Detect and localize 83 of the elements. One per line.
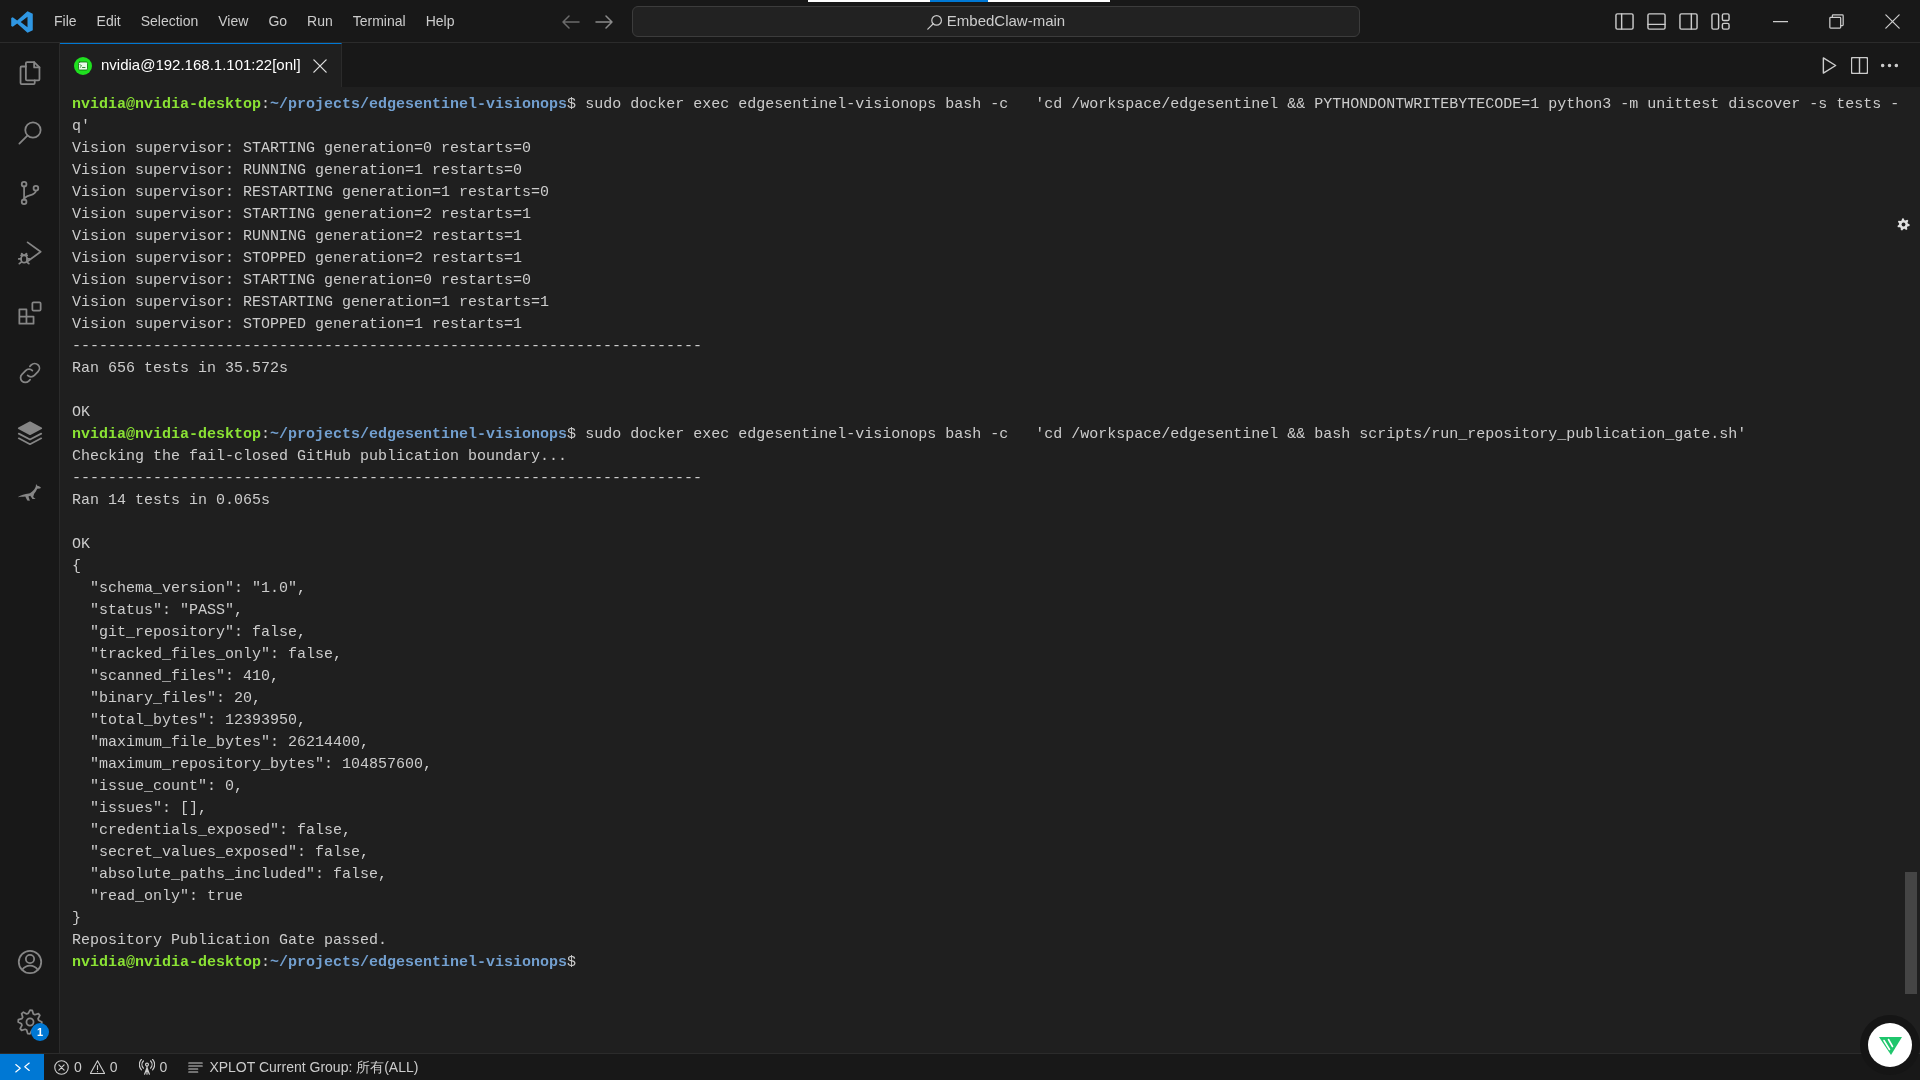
output-line: Checking the fail-closed GitHub publication boundary... xyxy=(72,447,568,467)
gear-icon[interactable] xyxy=(1897,218,1910,231)
json-line: "read_only": true xyxy=(90,887,244,907)
panel-toggle-icon[interactable] xyxy=(1647,12,1666,31)
json-line: "git_repository": false, xyxy=(90,623,307,643)
output-line: Vision supervisor: RUNNING generation=1 restarts=0 xyxy=(72,161,523,181)
blocks-icon[interactable] xyxy=(16,300,43,326)
ports-count[interactable]: 0 xyxy=(159,1056,168,1078)
json-line: "maximum_file_bytes": 26214400, xyxy=(90,733,370,753)
json-line: "total_bytes": 12393950, xyxy=(90,711,307,731)
secondary-sidebar-icon[interactable] xyxy=(1679,12,1698,31)
menu-item[interactable]: Selection xyxy=(130,7,209,36)
command-center-button[interactable]: EmbedClaw-main xyxy=(632,6,1360,37)
shell-prompt: nvidia@nvidia-desktop:~/projects/edgesentinel-visionops$ xyxy=(72,953,577,973)
output-line: ---------------------------------------------------------------------- xyxy=(72,337,703,357)
app-logo-icon xyxy=(11,10,33,33)
menu-item[interactable]: File xyxy=(44,7,87,36)
output-line: Vision supervisor: STOPPED generation=1 restarts=1 xyxy=(72,315,523,335)
restore-icon[interactable] xyxy=(1828,14,1844,29)
output-line: OK xyxy=(72,403,90,423)
json-line: "maximum_repository_bytes": 104857600, xyxy=(90,755,433,775)
json-line: "absolute_paths_included": false, xyxy=(90,865,388,885)
group-status-text[interactable]: XPLOT Current Group: 所有(ALL) xyxy=(209,1056,419,1078)
close-icon[interactable] xyxy=(1884,14,1900,29)
run-icon[interactable] xyxy=(1821,56,1838,74)
json-line: "issues": [], xyxy=(90,799,208,819)
output-line: Ran 656 tests in 35.572s xyxy=(72,359,289,379)
json-line: "scanned_files": 410, xyxy=(90,667,280,687)
menu-item[interactable]: Go xyxy=(258,7,298,36)
output-line: q' xyxy=(72,117,90,137)
warning-count[interactable]: 0 xyxy=(109,1056,118,1078)
command-text: sudo docker exec edgesentinel-visionops bash -c 'cd /workspace/edgesentinel && bash scripts/run_repository_publication_gate.sh' xyxy=(585,425,1747,445)
split-editor-icon[interactable] xyxy=(1851,56,1868,74)
terminal-icon xyxy=(74,56,92,75)
json-line: "schema_version": "1.0", xyxy=(90,579,307,599)
output-line: Vision supervisor: STARTING generation=0 restarts=0 xyxy=(72,139,532,159)
shell-prompt: nvidia@nvidia-desktop:~/projects/edgesentinel-visionops$ xyxy=(72,425,577,445)
json-line: "issue_count": 0, xyxy=(90,777,244,797)
remote-icon xyxy=(14,1059,30,1075)
output-line: Vision supervisor: STARTING generation=0 restarts=0 xyxy=(72,271,532,291)
output-line: Ran 14 tests in 0.065s xyxy=(72,491,271,511)
menu-item[interactable]: View xyxy=(208,7,259,36)
forward-arrow-icon[interactable] xyxy=(595,12,613,31)
error-count[interactable]: 0 xyxy=(74,1056,82,1078)
primary-sidebar-icon[interactable] xyxy=(1615,12,1634,31)
layout-grid-icon[interactable] xyxy=(1711,12,1730,31)
output-line: ---------------------------------------------------------------------- xyxy=(72,469,703,489)
warning-icon[interactable] xyxy=(89,1059,105,1075)
output-line: Vision supervisor: STARTING generation=2 restarts=1 xyxy=(72,205,532,225)
back-arrow-icon[interactable] xyxy=(562,12,580,31)
output-line: { xyxy=(72,557,81,577)
search-icon xyxy=(926,13,943,30)
output-line: Vision supervisor: STOPPED generation=2 restarts=1 xyxy=(72,249,523,269)
settings-icon[interactable] xyxy=(16,1009,43,1035)
broadcast-icon[interactable] xyxy=(138,1059,155,1075)
layers-icon[interactable] xyxy=(16,420,43,446)
menu-item[interactable]: Edit xyxy=(86,7,131,36)
error-icon[interactable] xyxy=(54,1059,69,1075)
json-line: "status": "PASS", xyxy=(90,601,244,621)
output-line: } xyxy=(72,909,81,929)
command-text: sudo docker exec edgesentinel-visionops bash -c 'cd /workspace/edgesentinel && PYTHONDONTWRITEBYTECODE=1 python3 -m unittest discover -s tests - xyxy=(585,95,1900,115)
menu-item[interactable]: Help xyxy=(415,7,465,36)
output-line: Vision supervisor: RESTARTING generation=1 restarts=0 xyxy=(72,183,550,203)
menu-item[interactable]: Terminal xyxy=(342,7,416,36)
shell-prompt: nvidia@nvidia-desktop:~/projects/edgesentinel-visionops$ xyxy=(72,95,577,115)
json-line: "secret_values_exposed": false, xyxy=(90,843,370,863)
terminal-tab[interactable]: nvidia@192.168.1.101:22[onl] xyxy=(60,43,342,87)
search-icon[interactable] xyxy=(16,120,43,146)
scrollbar-thumb[interactable] xyxy=(1905,872,1917,994)
output-line: Repository Publication Gate passed. xyxy=(72,931,388,951)
close-icon[interactable] xyxy=(312,58,327,73)
notification-badge: 1 xyxy=(31,1023,49,1041)
json-line: "tracked_files_only": false, xyxy=(90,645,343,665)
output-line: OK xyxy=(72,535,90,555)
play-bug-icon[interactable] xyxy=(16,240,43,266)
json-line: "binary_files": 20, xyxy=(90,689,262,709)
remote-button[interactable] xyxy=(0,1054,44,1080)
account-icon[interactable] xyxy=(16,949,43,975)
menu-item[interactable]: Run xyxy=(297,7,343,36)
output-line: Vision supervisor: RESTARTING generation=1 restarts=1 xyxy=(72,293,550,313)
list-icon[interactable] xyxy=(188,1059,204,1075)
json-line: "credentials_exposed": false, xyxy=(90,821,352,841)
output-line: Vision supervisor: RUNNING generation=2 restarts=1 xyxy=(72,227,523,247)
